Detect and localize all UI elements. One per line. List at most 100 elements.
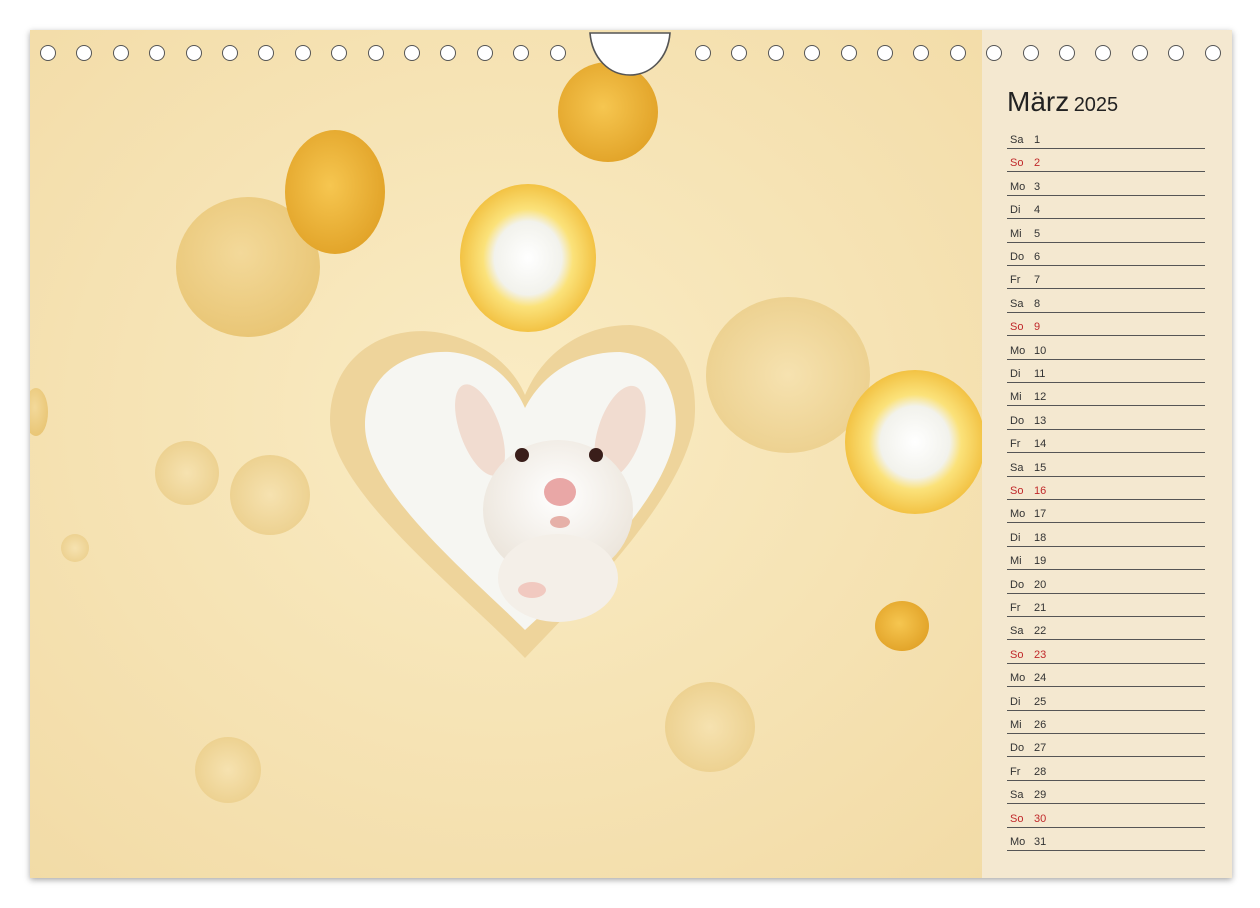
day-number: 26 [1034,719,1047,731]
weekday-label: Do [1010,414,1025,427]
weekday-label: Di [1010,204,1021,217]
day-number: 29 [1034,789,1047,802]
year: 2025 [1073,94,1119,116]
weekday-label: Di [1010,531,1021,544]
weekday-label: So [1010,321,1024,334]
day-number: 27 [1034,742,1047,755]
weekday-label: Sa [1010,789,1024,802]
weekday-label: Di [1010,368,1021,380]
day-number: 18 [1034,531,1047,544]
day-row: Di 18 [1007,523,1205,547]
calendar-sidebar: März 2025 Sa 1 So 2 Mo 3 Di 4 Mi 5 Do 6 Fr 7 Sa 8 So 9 Mo 1… [982,30,1232,878]
day-number: 7 [1034,274,1041,287]
day-row: Fr 21 [1007,593,1205,617]
binding-hole [1131,45,1148,61]
binding-hole [949,45,966,61]
weekday-label: Sa [1010,134,1024,146]
weekday-label: Mo [1010,836,1026,848]
weekday-label: Sa [1010,297,1024,310]
day-row: Di 25 [1007,687,1205,711]
day-number: 17 [1034,508,1047,521]
binding-hole [149,45,166,61]
day-number: 13 [1034,414,1047,427]
day-number: 25 [1034,695,1047,708]
day-row: Mo 3 [1007,172,1205,196]
weekday-label: Do [1010,251,1025,263]
day-number: 16 [1034,485,1047,497]
binding-hole [731,45,748,61]
binding-hole [913,45,930,61]
weekday-label: So [1010,812,1024,825]
day-row: Sa 1 [1007,125,1205,149]
binding-hole [404,45,420,61]
day-row: Di 11 [1007,359,1205,383]
binding-hole [1204,45,1221,61]
weekday-label: Fr [1010,438,1021,451]
day-number: 6 [1034,251,1041,263]
day-row: So 16 [1007,476,1205,500]
weekday-label: Fr [1010,765,1021,778]
binding-hole [767,45,784,61]
day-row: Do 13 [1007,406,1205,430]
weekday-label: Fr [1010,602,1021,614]
binding-hole [222,45,238,61]
day-number: 9 [1034,321,1041,334]
day-row: So 23 [1007,640,1205,664]
day-number: 20 [1034,578,1047,591]
day-row: Mo 24 [1007,663,1205,688]
month-name: März [1007,86,1070,117]
day-row: Mi 19 [1007,546,1205,571]
binding-hole [76,45,93,61]
weekday-label: Fr [1010,274,1021,287]
day-number: 10 [1034,344,1047,357]
binding-hole [840,45,857,61]
day-number: 14 [1034,438,1047,451]
weekday-label: Mi [1010,719,1022,731]
binding-hole [367,45,384,61]
binding-hole [804,45,821,61]
weekday-label: So [1010,485,1024,497]
day-row: So 2 [1007,148,1205,173]
hanger-cutout [589,32,671,76]
day-row: Fr 28 [1007,757,1205,781]
day-row: Mi 26 [1007,710,1205,734]
day-number: 23 [1034,648,1047,661]
day-row: Do 20 [1007,570,1205,594]
weekday-label: Sa [1010,461,1024,474]
day-row: Do 27 [1007,733,1205,758]
day-row: Mo 10 [1007,336,1205,360]
day-number: 31 [1034,836,1047,848]
weekday-label: Mo [1010,180,1026,193]
weekday-label: Di [1010,695,1021,708]
binding-holes [30,30,1232,78]
binding-hole [331,45,348,61]
day-row: Mo 17 [1007,499,1205,524]
binding-hole [513,45,530,61]
month-title: März 2025 [1007,86,1118,118]
day-number: 24 [1034,672,1047,685]
day-row: Di 4 [1007,195,1205,220]
binding-hole [1059,45,1075,61]
day-row: Mi 5 [1007,219,1205,243]
day-row: Sa 29 [1007,780,1205,805]
binding-hole [440,45,457,61]
day-number: 8 [1034,297,1041,310]
binding-hole [1095,45,1112,61]
binding-hole [258,45,275,61]
day-number: 1 [1034,134,1041,146]
mouse-cheese-photo [30,30,982,878]
day-row: Fr 7 [1007,265,1205,290]
day-number: 5 [1034,227,1041,240]
weekday-label: Mo [1010,672,1026,685]
weekday-label: Do [1010,742,1025,755]
day-number: 11 [1034,368,1046,380]
binding-hole [986,45,1003,61]
day-number: 4 [1034,204,1041,217]
weekday-label: Mi [1010,227,1022,240]
weekday-label: Do [1010,578,1025,591]
day-number: 3 [1034,180,1041,193]
day-number: 28 [1034,765,1047,778]
day-row: Fr 14 [1007,429,1205,454]
binding-hole [549,45,566,61]
day-row: So 30 [1007,804,1205,828]
